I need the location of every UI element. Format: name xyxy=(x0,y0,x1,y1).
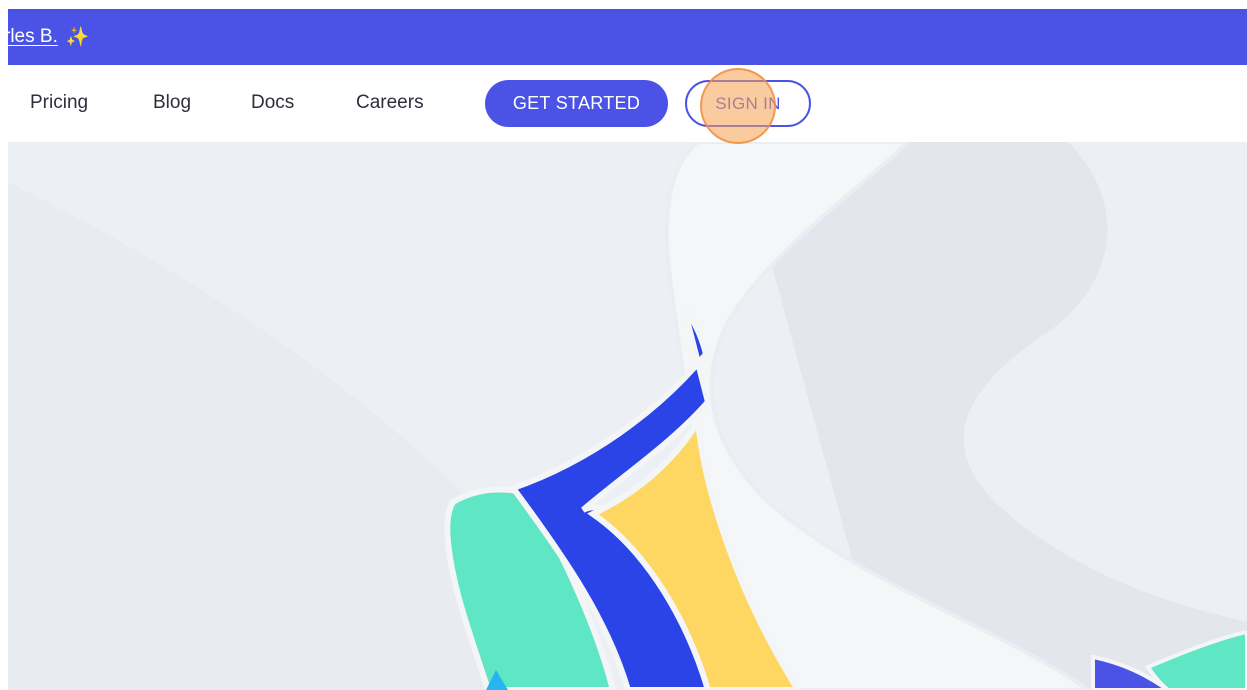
hero-illustration xyxy=(8,142,1247,690)
sign-in-button[interactable]: SIGN IN xyxy=(685,80,811,127)
hero-artwork xyxy=(8,142,1247,690)
nav-link-docs[interactable]: Docs xyxy=(251,92,294,114)
page: rles B. ✨ Pricing Blog Docs Careers GET … xyxy=(0,0,1247,690)
nav-link-careers[interactable]: Careers xyxy=(356,92,424,114)
announcement-link[interactable]: rles B. xyxy=(4,26,58,48)
get-started-button[interactable]: GET STARTED xyxy=(485,80,668,127)
nav-link-blog[interactable]: Blog xyxy=(153,92,191,114)
sparkle-icon: ✨ xyxy=(65,26,90,48)
announcement-bar: rles B. ✨ xyxy=(4,9,1247,65)
top-navigation: Pricing Blog Docs Careers GET STARTED SI… xyxy=(8,65,1247,142)
nav-link-pricing[interactable]: Pricing xyxy=(30,92,88,114)
